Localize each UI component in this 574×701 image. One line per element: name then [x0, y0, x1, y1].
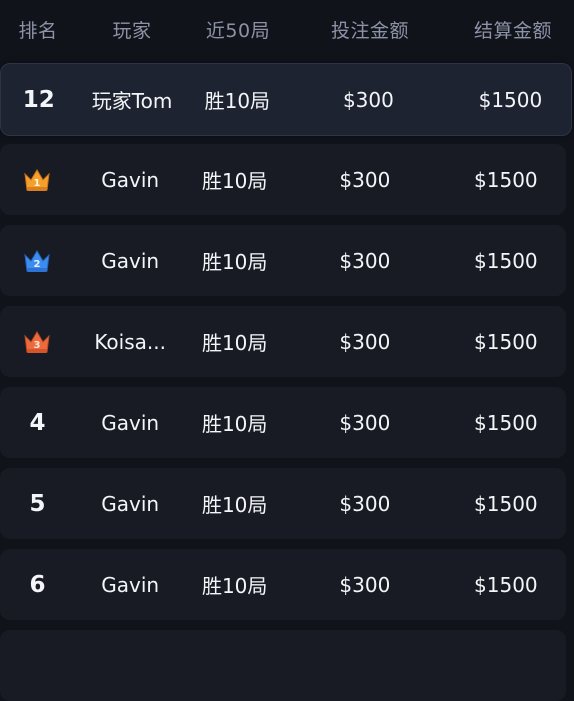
settlement-amount: $1500 — [474, 410, 538, 435]
header-recent-games: 近50局 — [205, 19, 271, 42]
bet-amount: $300 — [339, 167, 391, 192]
table-row-partial[interactable] — [0, 630, 566, 701]
settlement-amount: $1500 — [474, 572, 538, 597]
rank-number: 12 — [22, 86, 55, 113]
table-row[interactable]: 2 Gavin 胜10局 $300 $1500 — [0, 225, 566, 296]
player-name: Gavin — [101, 248, 160, 273]
leaderboard-header: 排名 玩家 近50局 投注金额 结算金额 — [0, 0, 574, 58]
bet-amount: $300 — [339, 410, 391, 435]
player-name: 玩家Tom — [91, 89, 173, 113]
settlement-amount: $1500 — [474, 167, 538, 192]
rank-badge: 2 — [0, 247, 75, 275]
table-row[interactable]: 3 Koisa... 胜10局 $300 $1500 — [0, 306, 566, 377]
bronze-crown-icon: 3 — [22, 328, 52, 356]
table-row[interactable]: 1 Gavin 胜10局 $300 $1500 — [0, 144, 566, 215]
rank-number: 4 — [29, 409, 46, 436]
recent-wins: 胜10局 — [204, 89, 271, 113]
recent-wins: 胜10局 — [201, 493, 268, 517]
recent-wins: 胜10局 — [201, 574, 268, 598]
table-row[interactable]: 4 Gavin 胜10局 $300 $1500 — [0, 387, 566, 458]
header-bet-amount: 投注金额 — [330, 19, 409, 42]
recent-wins: 胜10局 — [201, 412, 268, 436]
crown-rank-label: 3 — [34, 340, 41, 351]
recent-wins: 胜10局 — [201, 250, 268, 274]
settlement-amount: $1500 — [474, 248, 538, 273]
header-rank: 排名 — [18, 19, 58, 42]
recent-wins: 胜10局 — [201, 331, 268, 355]
header-player: 玩家 — [112, 19, 152, 42]
table-row[interactable]: 6 Gavin 胜10局 $300 $1500 — [0, 549, 566, 620]
player-name: Gavin — [101, 167, 160, 192]
rank-number: 5 — [29, 490, 46, 517]
rank-badge: 3 — [0, 328, 75, 356]
gold-crown-icon: 1 — [22, 166, 52, 194]
settlement-amount: $1500 — [478, 87, 543, 112]
player-name: Gavin — [101, 410, 160, 435]
bet-amount: $300 — [339, 572, 391, 597]
bet-amount: $300 — [342, 87, 394, 112]
blue-crown-icon: 2 — [22, 247, 52, 275]
crown-rank-label: 1 — [34, 178, 41, 189]
bet-amount: $300 — [339, 329, 391, 354]
settlement-amount: $1500 — [474, 491, 538, 516]
table-row[interactable]: 5 Gavin 胜10局 $300 $1500 — [0, 468, 566, 539]
player-name: Koisa... — [94, 329, 166, 354]
player-name: Gavin — [101, 572, 160, 597]
rank-number: 6 — [29, 571, 46, 598]
my-rank-row[interactable]: 12 玩家Tom 胜10局 $300 $1500 — [0, 63, 572, 136]
bet-amount: $300 — [339, 491, 391, 516]
rank-badge: 1 — [0, 166, 75, 194]
recent-wins: 胜10局 — [201, 169, 268, 193]
player-name: Gavin — [101, 491, 160, 516]
bet-amount: $300 — [339, 248, 391, 273]
settlement-amount: $1500 — [474, 329, 538, 354]
header-settlement-amount: 结算金额 — [473, 19, 552, 42]
crown-rank-label: 2 — [34, 259, 41, 270]
